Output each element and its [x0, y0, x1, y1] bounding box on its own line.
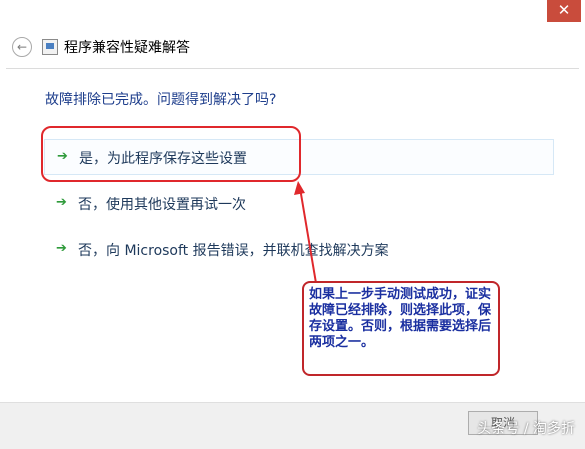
- watermark: 头条号 / 淘多折: [477, 421, 575, 437]
- annotation-callout: 如果上一步手动测试成功，证实故障已经排除，则选择此项，保存设置。否则，根据需要选…: [302, 281, 500, 376]
- annotation-pointer-arrow: [294, 181, 319, 296]
